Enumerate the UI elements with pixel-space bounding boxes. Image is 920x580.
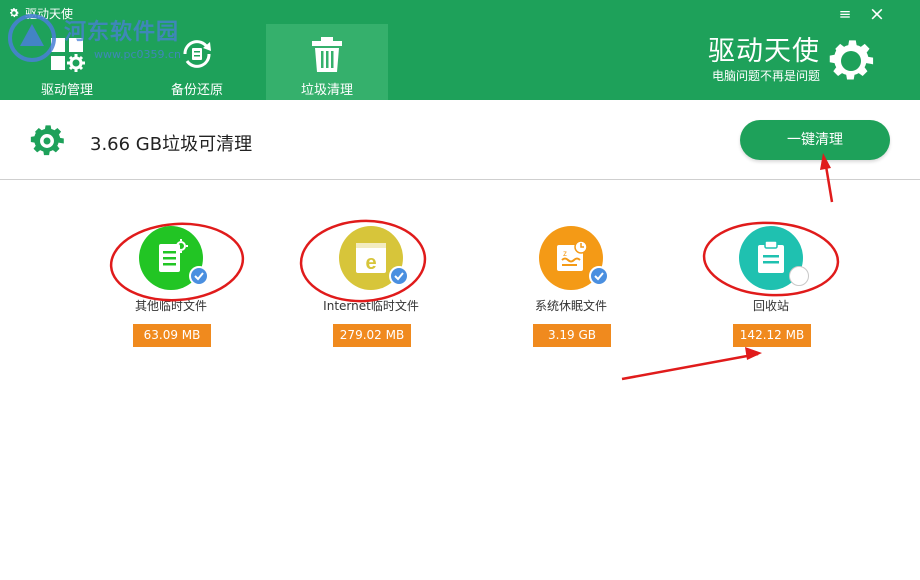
watermark-logo-icon (8, 14, 56, 62)
menu-icon: ≡ (838, 5, 852, 23)
app-header: 驱动天使 ≡ × 驱动管理 备份还原 垃圾清理 驱动天使 电脑问题不再是问题 河… (0, 0, 920, 100)
annotation-arrow (621, 352, 759, 381)
brand-block: 驱动天使 电脑问题不再是问题 (708, 36, 820, 84)
item-checkbox[interactable] (789, 266, 809, 286)
divider (0, 179, 920, 180)
watermark-text: 河东软件园 (64, 20, 180, 45)
tab-junk-cleaning[interactable]: 垃圾清理 (266, 24, 388, 100)
item-label: 系统休眠文件 (534, 299, 607, 313)
junk-item-hibernate[interactable]: z 系统休眠文件 3.19 GB (476, 226, 666, 356)
item-label: 其他临时文件 (134, 299, 207, 313)
junk-item-internet-temp[interactable]: e Internet临时文件 279.02 MB (276, 226, 466, 356)
tab-label: 驱动管理 (40, 83, 93, 98)
settings-gear-icon (30, 125, 64, 156)
watermark-url: www.pc0359.cn (94, 48, 182, 61)
junk-item-other-temp[interactable]: 其他临时文件 63.09 MB (76, 226, 266, 356)
one-click-clean-button[interactable]: 一键清理 (740, 120, 890, 160)
close-button[interactable]: × (866, 4, 888, 24)
menu-button[interactable]: ≡ (834, 4, 856, 24)
trash-can-icon (312, 37, 342, 72)
tab-label: 备份还原 (170, 83, 223, 98)
item-size-badge: 142.12 MB (733, 324, 811, 347)
checkmark-icon (594, 272, 604, 281)
item-checkbox[interactable] (589, 266, 609, 286)
item-size-badge: 3.19 GB (533, 324, 611, 347)
tab-label: 垃圾清理 (300, 83, 353, 98)
junk-item-recycle-bin[interactable]: 回收站 142.12 MB (676, 226, 866, 356)
annotation-arrow (823, 159, 834, 203)
brand-title: 驱动天使 (708, 36, 820, 67)
brand-gear-icon (829, 40, 874, 80)
junk-summary-text: 3.66 GB垃圾可清理 (90, 134, 253, 155)
item-size-badge: 63.09 MB (133, 324, 211, 347)
item-size-badge: 279.02 MB (333, 324, 411, 347)
close-icon: × (869, 3, 885, 25)
item-checkbox[interactable] (389, 266, 409, 286)
svg-text:e: e (365, 252, 376, 274)
backup-restore-icon (183, 40, 211, 68)
item-label: 回收站 (752, 299, 789, 313)
checkmark-icon (394, 272, 404, 281)
item-checkbox[interactable] (189, 266, 209, 286)
svg-text:z: z (563, 249, 567, 258)
item-label: Internet临时文件 (323, 299, 419, 313)
brand-subtitle: 电脑问题不再是问题 (711, 69, 820, 83)
checkmark-icon (194, 272, 204, 281)
